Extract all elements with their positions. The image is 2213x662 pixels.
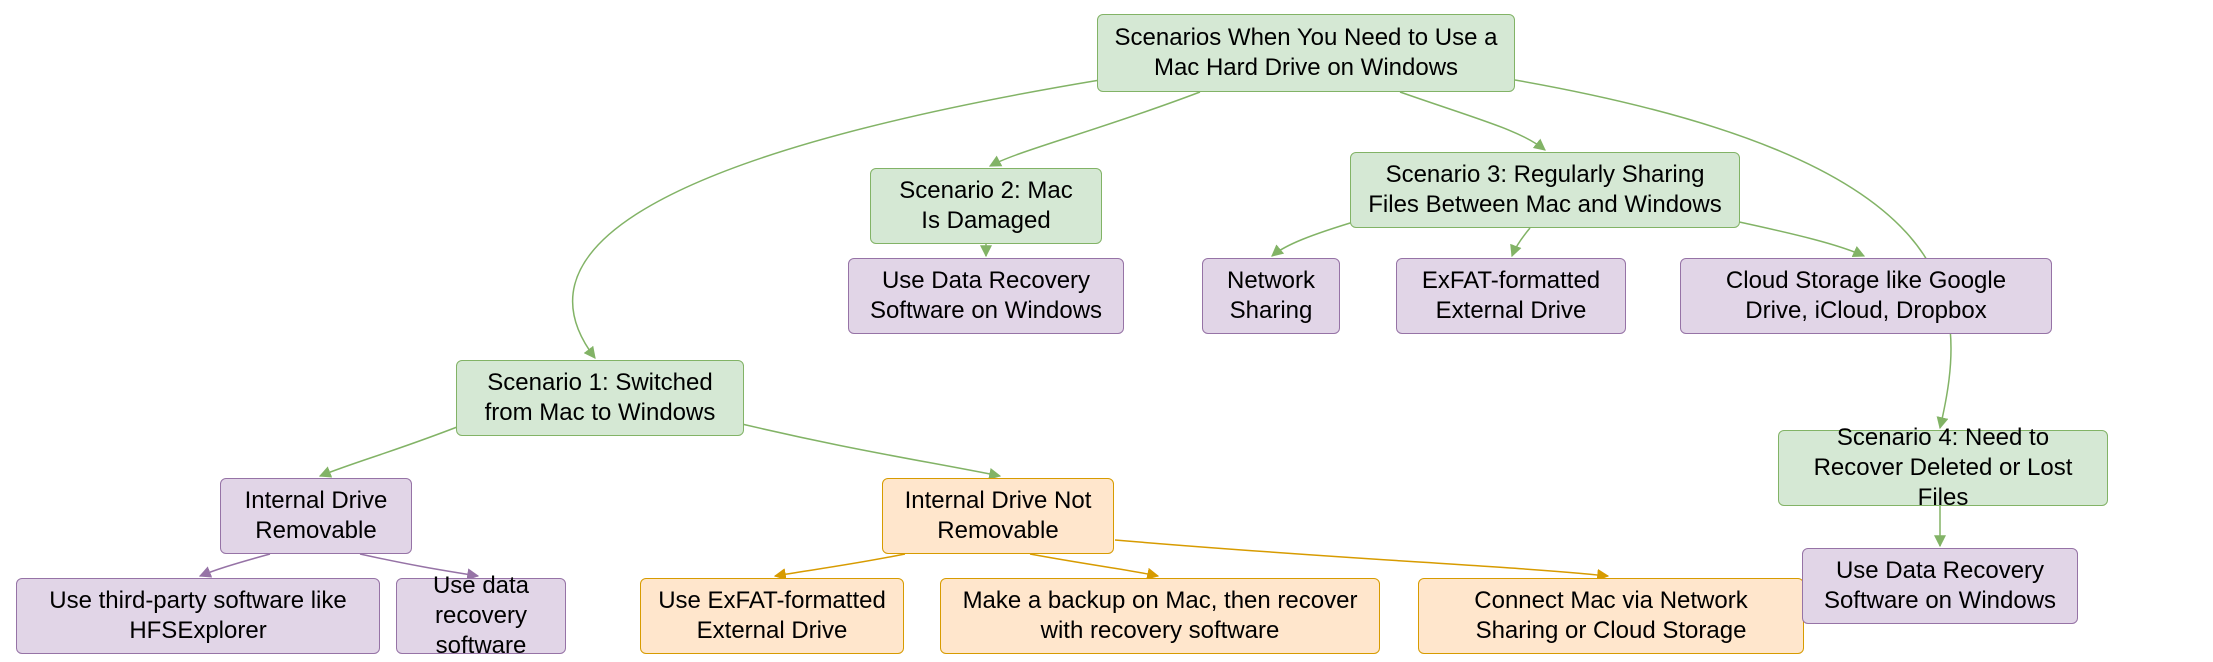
scenario2-opt: Use Data Recovery Software on Windows [848, 258, 1124, 334]
scenario4-node: Scenario 4: Need to Recover Deleted or L… [1778, 430, 2108, 506]
scenario3-label: Scenario 3: Regularly Sharing Files Betw… [1367, 160, 1723, 220]
root-label: Scenarios When You Need to Use a Mac Har… [1114, 23, 1498, 83]
not-removable-opt1-label: Use ExFAT-formatted External Drive [657, 586, 887, 646]
scenario4-opt: Use Data Recovery Software on Windows [1802, 548, 2078, 624]
not-removable-opt3-label: Connect Mac via Network Sharing or Cloud… [1435, 586, 1787, 646]
removable-opt2-label: Use data recovery software [413, 571, 549, 661]
scenario4-opt-label: Use Data Recovery Software on Windows [1819, 556, 2061, 616]
scenario2-opt-label: Use Data Recovery Software on Windows [865, 266, 1107, 326]
not-removable-opt3: Connect Mac via Network Sharing or Cloud… [1418, 578, 1804, 654]
removable-label: Internal Drive Removable [237, 486, 395, 546]
root-node: Scenarios When You Need to Use a Mac Har… [1097, 14, 1515, 92]
removable-node: Internal Drive Removable [220, 478, 412, 554]
not-removable-opt2: Make a backup on Mac, then recover with … [940, 578, 1380, 654]
scenario3-opt1-label: Network Sharing [1219, 266, 1323, 326]
scenario3-opt2: ExFAT-formatted External Drive [1396, 258, 1626, 334]
scenario4-label: Scenario 4: Need to Recover Deleted or L… [1795, 423, 2091, 513]
scenario1-label: Scenario 1: Switched from Mac to Windows [473, 368, 727, 428]
scenario3-opt2-label: ExFAT-formatted External Drive [1413, 266, 1609, 326]
scenario3-opt3: Cloud Storage like Google Drive, iCloud,… [1680, 258, 2052, 334]
removable-opt1: Use third-party software like HFSExplore… [16, 578, 380, 654]
not-removable-opt1: Use ExFAT-formatted External Drive [640, 578, 904, 654]
scenario3-opt1: Network Sharing [1202, 258, 1340, 334]
not-removable-opt2-label: Make a backup on Mac, then recover with … [957, 586, 1363, 646]
removable-opt2: Use data recovery software [396, 578, 566, 654]
removable-opt1-label: Use third-party software like HFSExplore… [33, 586, 363, 646]
scenario1-node: Scenario 1: Switched from Mac to Windows [456, 360, 744, 436]
not-removable-node: Internal Drive Not Removable [882, 478, 1114, 554]
scenario3-node: Scenario 3: Regularly Sharing Files Betw… [1350, 152, 1740, 228]
scenario2-label: Scenario 2: Mac Is Damaged [887, 176, 1085, 236]
scenario3-opt3-label: Cloud Storage like Google Drive, iCloud,… [1697, 266, 2035, 326]
scenario2-node: Scenario 2: Mac Is Damaged [870, 168, 1102, 244]
not-removable-label: Internal Drive Not Removable [899, 486, 1097, 546]
